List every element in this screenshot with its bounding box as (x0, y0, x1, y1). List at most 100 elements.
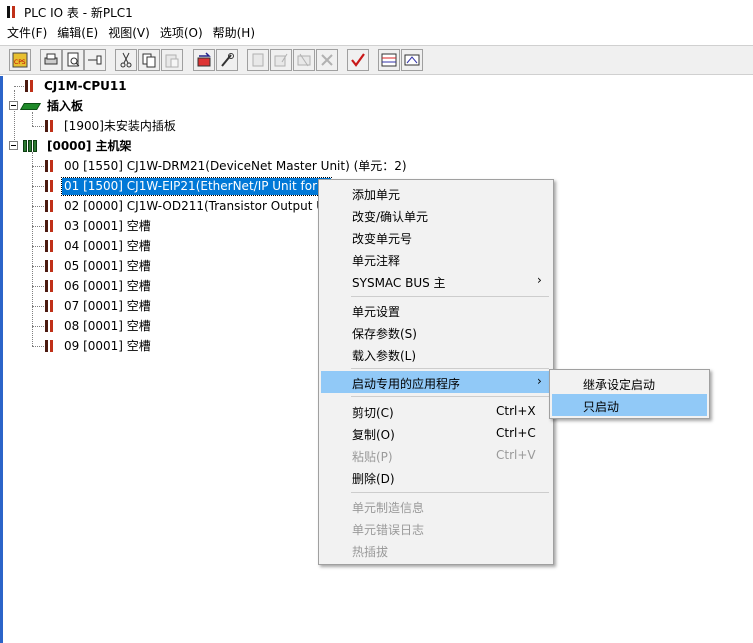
transfer-button[interactable] (193, 49, 215, 71)
tree-connector (32, 152, 33, 346)
tree-node-slot-selected[interactable]: 01 [1500] CJ1W-EIP21(EtherNet/IP Unit fo… (44, 176, 333, 196)
unit-delete-button[interactable] (316, 49, 338, 71)
tree-node-slot[interactable]: 03 [0001] 空槽 (44, 217, 153, 235)
ctx-unit-settings[interactable]: 单元设置 (321, 299, 551, 321)
io-table-button[interactable] (378, 49, 400, 71)
tree-node-slot[interactable]: 09 [0001] 空槽 (44, 337, 153, 355)
print-icon (44, 53, 58, 65)
toolbar: CPS (0, 45, 753, 75)
ctx-copy[interactable]: 复制(O) Ctrl+C (321, 422, 551, 444)
ctx-hot-swap[interactable]: 热插拔 (321, 539, 551, 561)
ctx-sysmac-bus-master[interactable]: SYSMAC BUS 主 › (321, 270, 551, 292)
tree-node-slot[interactable]: 05 [0001] 空槽 (44, 257, 153, 275)
ctx-save-parameters[interactable]: 保存参数(S) (321, 321, 551, 343)
tree-node-slot[interactable]: 06 [0001] 空槽 (44, 277, 153, 295)
svg-text:CPS: CPS (14, 59, 26, 66)
window-title: PLC IO 表 - 新PLC1 (24, 5, 133, 20)
unit-remove-button[interactable] (293, 49, 315, 71)
collapse-inner-board-toggle[interactable] (9, 101, 18, 110)
transfer-icon (197, 52, 211, 67)
unit-edit-button[interactable] (270, 49, 292, 71)
menu-separator (351, 492, 549, 493)
tree-connector (32, 226, 44, 227)
pin-icon (88, 55, 102, 65)
menu-separator (351, 368, 549, 369)
tree-node-slot[interactable]: 07 [0001] 空槽 (44, 297, 153, 315)
print-preview-icon (67, 52, 80, 67)
tree-node-inner-board[interactable]: 插入板 (19, 97, 85, 115)
window-edge (0, 76, 3, 643)
ctx-delete[interactable]: 删除(D) (321, 466, 551, 488)
tools-icon (221, 53, 234, 67)
tree-node-label: 00 [1550] CJ1W-DRM21(DeviceNet Master Un… (64, 158, 407, 173)
shortcut-label: Ctrl+C (496, 426, 536, 440)
tools-button[interactable] (216, 49, 238, 71)
pin-button[interactable] (84, 49, 106, 71)
menu-help[interactable]: 帮助(H) (208, 24, 260, 42)
ctx-load-parameters[interactable]: 载入参数(L) (321, 343, 551, 365)
board-icon (19, 101, 42, 111)
unit-info-icon (252, 53, 264, 67)
ctx-change-unit-number[interactable]: 改变单元号 (321, 226, 551, 248)
tree-node-main-rack[interactable]: [0000] 主机架 (22, 137, 134, 155)
ctx-add-unit[interactable]: 添加单元 (321, 182, 551, 204)
tree-node-label: 01 [1500] CJ1W-EIP21(EtherNet/IP Unit fo… (60, 176, 333, 196)
unit-delete-icon (321, 54, 333, 66)
tree-node-label: 09 [0001] 空槽 (64, 338, 151, 353)
tree-node-inner-board-child[interactable]: [1900]未安装内插板 (44, 117, 178, 135)
ctx-unit-manufacturing-info[interactable]: 单元制造信息 (321, 495, 551, 517)
tree-connector (32, 206, 44, 207)
ctx-cut[interactable]: 剪切(C) Ctrl+X (321, 400, 551, 422)
check-button[interactable] (347, 49, 369, 71)
collapse-main-rack-toggle[interactable] (9, 141, 18, 150)
menu-options[interactable]: 选项(O) (155, 24, 208, 42)
menu-bar: 文件(F) 编辑(E) 视图(V) 选项(O) 帮助(H) (0, 23, 753, 43)
submenu-start-only[interactable]: 只启动 (552, 394, 707, 416)
tree-node-slot[interactable]: 08 [0001] 空槽 (44, 317, 153, 335)
tree-node-slot[interactable]: 04 [0001] 空槽 (44, 237, 153, 255)
menu-edit[interactable]: 编辑(E) (52, 24, 103, 42)
io-table-icon (381, 53, 397, 67)
copy-button[interactable] (138, 49, 160, 71)
submenu-inherit-settings-start[interactable]: 继承设定启动 (552, 372, 707, 394)
tree-connector (32, 126, 44, 127)
ctx-change-confirm-unit[interactable]: 改变/确认单元 (321, 204, 551, 226)
tree-connector (32, 326, 44, 327)
tree-node-slot[interactable]: 02 [0000] CJ1W-OD211(Transistor Output U… (44, 197, 332, 215)
paste-button[interactable] (161, 49, 183, 71)
unit-icon (44, 319, 56, 333)
print-button[interactable] (40, 49, 62, 71)
tree-node-label: 04 [0001] 空槽 (64, 238, 151, 253)
unit-edit-icon (274, 53, 288, 67)
unit-info-button[interactable] (247, 49, 269, 71)
ctx-paste[interactable]: 粘贴(P) Ctrl+V (321, 444, 551, 466)
compare-button[interactable] (401, 49, 423, 71)
tree-node-label: 插入板 (47, 98, 84, 113)
tree-node-label: 08 [0001] 空槽 (64, 318, 151, 333)
shortcut-label: Ctrl+X (496, 404, 536, 418)
ctx-start-special-application[interactable]: 启动专用的应用程序 › (321, 371, 551, 393)
copy-icon (142, 53, 156, 68)
cps-button[interactable]: CPS (9, 49, 31, 71)
plc-cpu-icon (24, 79, 36, 93)
ctx-unit-comment[interactable]: 单元注释 (321, 248, 551, 270)
compare-icon (404, 54, 420, 66)
print-preview-button[interactable] (62, 49, 84, 71)
submenu-arrow-icon: › (537, 374, 542, 388)
shortcut-label: Ctrl+V (496, 448, 536, 462)
menu-view[interactable]: 视图(V) (103, 24, 155, 42)
rack-icon (22, 139, 40, 153)
tree-node-label: 07 [0001] 空槽 (64, 298, 151, 313)
unit-icon (44, 179, 56, 193)
context-menu: 添加单元 改变/确认单元 改变单元号 单元注释 SYSMAC BUS 主 › 单元… (318, 179, 554, 565)
menu-file[interactable]: 文件(F) (2, 24, 52, 42)
unit-icon (44, 279, 56, 293)
title-bar: PLC IO 表 - 新PLC1 (0, 0, 753, 24)
tree-node-label: 06 [0001] 空槽 (64, 278, 151, 293)
ctx-unit-error-log[interactable]: 单元错误日志 (321, 517, 551, 539)
unit-icon (44, 339, 56, 353)
tree-node-cpu[interactable]: CJ1M-CPU11 (24, 77, 129, 95)
menu-separator (351, 296, 549, 297)
tree-node-slot[interactable]: 00 [1550] CJ1W-DRM21(DeviceNet Master Un… (44, 157, 409, 175)
cut-button[interactable] (115, 49, 137, 71)
